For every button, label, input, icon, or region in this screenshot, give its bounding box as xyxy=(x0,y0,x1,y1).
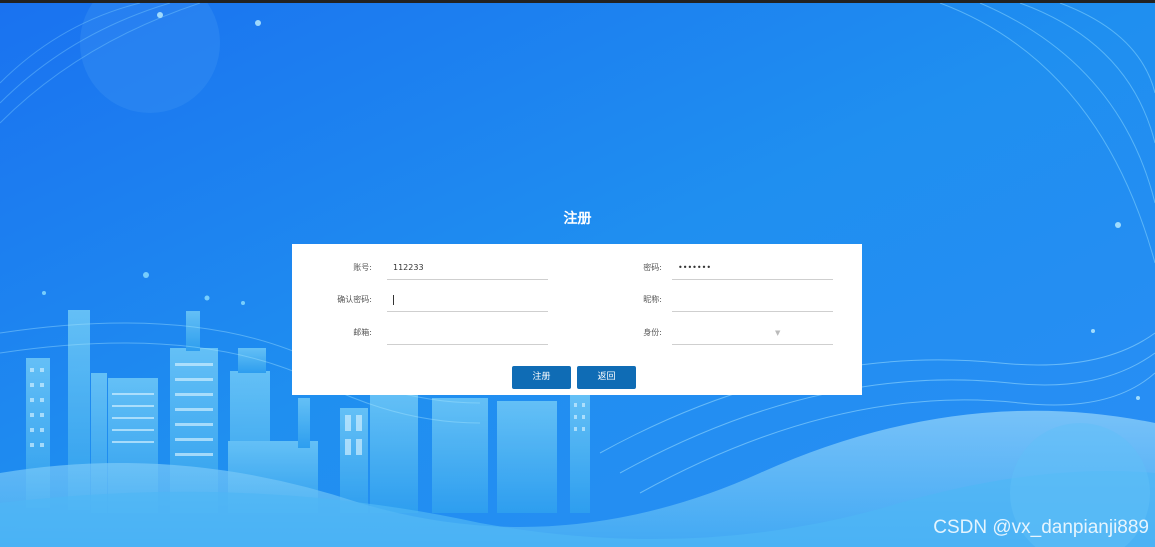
email-label: 邮箱: xyxy=(353,328,372,337)
role-label: 身份: xyxy=(643,328,662,337)
confirm-password-input[interactable] xyxy=(387,288,548,312)
email-input[interactable] xyxy=(387,321,548,345)
role-select[interactable] xyxy=(672,321,833,345)
register-button[interactable]: 注册 xyxy=(512,366,571,389)
account-label: 账号: xyxy=(353,263,372,272)
confirm-password-label: 确认密码: xyxy=(337,295,372,304)
password-input[interactable]: ••••••• xyxy=(672,256,833,280)
nickname-input[interactable] xyxy=(672,288,833,312)
account-input[interactable]: 112233 xyxy=(387,256,548,280)
page-title: 注册 xyxy=(563,211,592,227)
back-button[interactable]: 返回 xyxy=(577,366,636,389)
text-cursor xyxy=(393,294,394,305)
password-label: 密码: xyxy=(643,263,662,272)
chevron-down-icon[interactable]: ▼ xyxy=(775,321,780,345)
register-form: 账号: 112233 密码: ••••••• 确认密码: 昵称: 邮箱: 身份:… xyxy=(292,244,862,395)
nickname-label: 昵称: xyxy=(643,295,662,304)
watermark: CSDN @vx_danpianji889 xyxy=(933,517,1149,538)
